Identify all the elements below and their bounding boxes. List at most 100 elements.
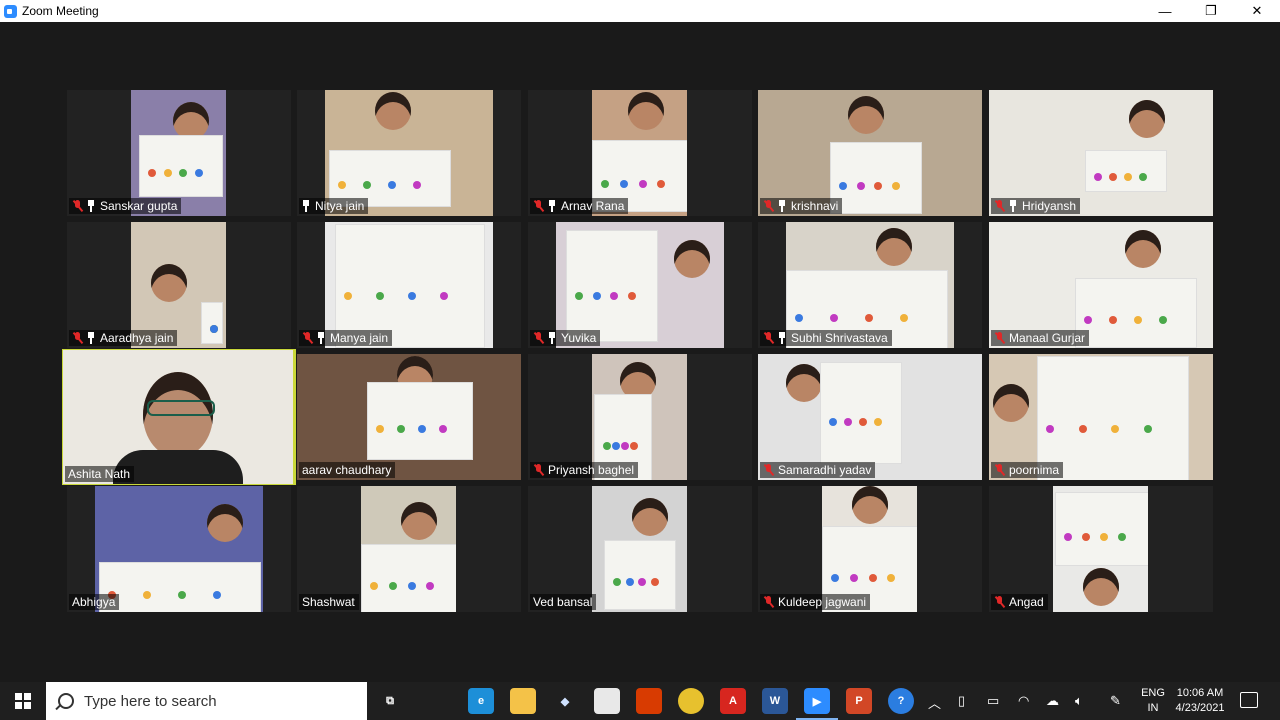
speaker-icon[interactable]: 🔈︎ — [1075, 693, 1083, 709]
participant-tile[interactable]: aarav chaudhary — [297, 354, 521, 480]
close-button[interactable]: ✕ — [1234, 0, 1280, 22]
chevron-up-icon[interactable]: ︿ — [928, 693, 941, 712]
taskbar-clock[interactable]: 10:06 AM 4/23/2021 — [1170, 686, 1230, 716]
language-code: ENG — [1141, 687, 1165, 699]
participant-name: Manaal Gurjar — [1009, 331, 1086, 345]
clock-time: 10:06 AM — [1176, 687, 1224, 699]
person-head — [1129, 100, 1165, 138]
drawing-doodle — [849, 574, 858, 583]
participant-name-tag: aarav chaudhary — [299, 462, 396, 478]
drawing-doodle — [194, 169, 203, 177]
participant-tile[interactable]: Aaradhya jain — [67, 222, 291, 348]
edge-icon[interactable]: e — [468, 688, 494, 714]
language-indicator[interactable]: ENG IN — [1139, 686, 1167, 716]
drawing-doodle — [1078, 425, 1087, 434]
drawing-doodle — [1139, 173, 1147, 181]
participant-name-tag: Angad — [991, 594, 1048, 610]
search-icon — [58, 693, 74, 709]
drawing-paper — [566, 230, 658, 342]
store-icon[interactable] — [594, 688, 620, 714]
participant-tile[interactable]: Manaal Gurjar — [989, 222, 1213, 348]
chrome-icon[interactable] — [678, 688, 704, 714]
participant-name-tag: Yuvika — [530, 330, 601, 346]
person-head — [1125, 230, 1161, 268]
participant-tile[interactable]: Hridyansh — [989, 90, 1213, 216]
cloud-off-icon[interactable]: ☁ — [1046, 693, 1059, 709]
drawing-doodle — [844, 418, 852, 426]
participant-tile[interactable]: Nitya jain — [297, 90, 521, 216]
drawing-doodle — [650, 578, 659, 587]
drawing-doodle — [163, 169, 172, 177]
notifications-icon[interactable] — [1240, 692, 1258, 708]
task-view-icon[interactable]: ⧉ — [377, 688, 403, 714]
help-icon[interactable]: ? — [888, 688, 914, 714]
person-head — [876, 228, 912, 266]
drawing-paper — [367, 382, 473, 460]
person-head — [786, 364, 822, 402]
acrobat-icon[interactable]: A — [720, 688, 746, 714]
participant-tile[interactable]: Arnav Rana — [528, 90, 752, 216]
gallery-view: Sanskar gupta Nitya jain Arnav Rana krishna… — [0, 22, 1280, 682]
dropbox-icon[interactable]: ◆ — [552, 688, 578, 714]
drawing-doodle — [601, 179, 609, 188]
drawing-doodle — [213, 590, 221, 599]
participant-name-tag: Ved bansal — [530, 594, 597, 610]
mic-muted-icon — [994, 464, 1005, 476]
drawing-doodle — [363, 181, 371, 190]
spotlight-pin-icon — [302, 200, 310, 212]
participant-tile[interactable]: Subhi Shrivastava — [758, 222, 982, 348]
participant-tile[interactable]: krishnavi — [758, 90, 982, 216]
device-icon[interactable]: ▯ — [958, 693, 965, 709]
participant-tile[interactable]: Kuldeep jagwani — [758, 486, 982, 612]
office-icon[interactable] — [636, 688, 662, 714]
minimize-button[interactable]: — — [1142, 0, 1188, 22]
participant-name: Nitya jain — [315, 199, 365, 213]
participant-name: Sanskar gupta — [100, 199, 178, 213]
participant-name-tag: Sanskar gupta — [69, 198, 182, 214]
drawing-doodle — [1094, 173, 1102, 181]
search-placeholder: Type here to search — [84, 692, 217, 710]
drawing-doodle — [1084, 316, 1092, 325]
participant-tile[interactable]: Ved bansal — [528, 486, 752, 612]
spotlight-pin-icon — [778, 332, 786, 344]
network-icon[interactable]: ◠ — [1018, 693, 1029, 709]
participant-tile[interactable]: Abhigya — [67, 486, 291, 612]
drawing-doodle — [891, 181, 900, 190]
drawing-doodle — [1143, 425, 1152, 434]
drawing-doodle — [1100, 532, 1108, 541]
drawing-doodle — [178, 590, 186, 599]
window-controls: — ❐ ✕ — [1142, 0, 1280, 22]
person-head — [401, 502, 437, 540]
start-button[interactable] — [0, 682, 46, 720]
drawing-doodle — [795, 313, 803, 322]
pen-icon[interactable]: ✎ — [1110, 693, 1121, 709]
drawing-doodle — [1109, 173, 1117, 181]
taskbar-search-box[interactable]: Type here to search — [46, 682, 367, 720]
drawing-doodle — [592, 291, 601, 300]
drawing-paper — [139, 135, 223, 197]
mic-muted-icon — [994, 332, 1005, 344]
participant-tile[interactable]: Samaradhi yadav — [758, 354, 982, 480]
drawing-doodle — [638, 179, 647, 188]
battery-icon[interactable]: ▭ — [987, 693, 999, 709]
word-icon[interactable]: W — [762, 688, 788, 714]
participant-tile[interactable]: Sanskar gupta — [67, 90, 291, 216]
file-explorer-icon[interactable] — [510, 688, 536, 714]
participant-tile[interactable]: Angad — [989, 486, 1213, 612]
drawing-doodle — [388, 181, 396, 190]
zoom-taskbar-icon[interactable]: ▶ — [796, 688, 838, 720]
participant-tile[interactable]: Shashwat — [297, 486, 521, 612]
participant-tile[interactable]: poornima — [989, 354, 1213, 480]
participant-name-tag: Shashwat — [299, 594, 359, 610]
participant-name: Ved bansal — [533, 595, 593, 609]
drawing-doodle — [638, 578, 646, 587]
participant-tile[interactable]: Yuvika — [528, 222, 752, 348]
participant-tile[interactable]: Priyansh baghel — [528, 354, 752, 480]
restore-button[interactable]: ❐ — [1188, 0, 1234, 22]
participant-tile[interactable]: Manya jain — [297, 222, 521, 348]
participant-name-tag: Ashita Nath — [65, 466, 135, 482]
participant-name: Ashita Nath — [68, 467, 131, 481]
powerpoint-icon[interactable]: P — [846, 688, 872, 714]
participant-tile[interactable]: Ashita Nath — [62, 349, 296, 485]
drawing-paper — [1075, 278, 1197, 348]
